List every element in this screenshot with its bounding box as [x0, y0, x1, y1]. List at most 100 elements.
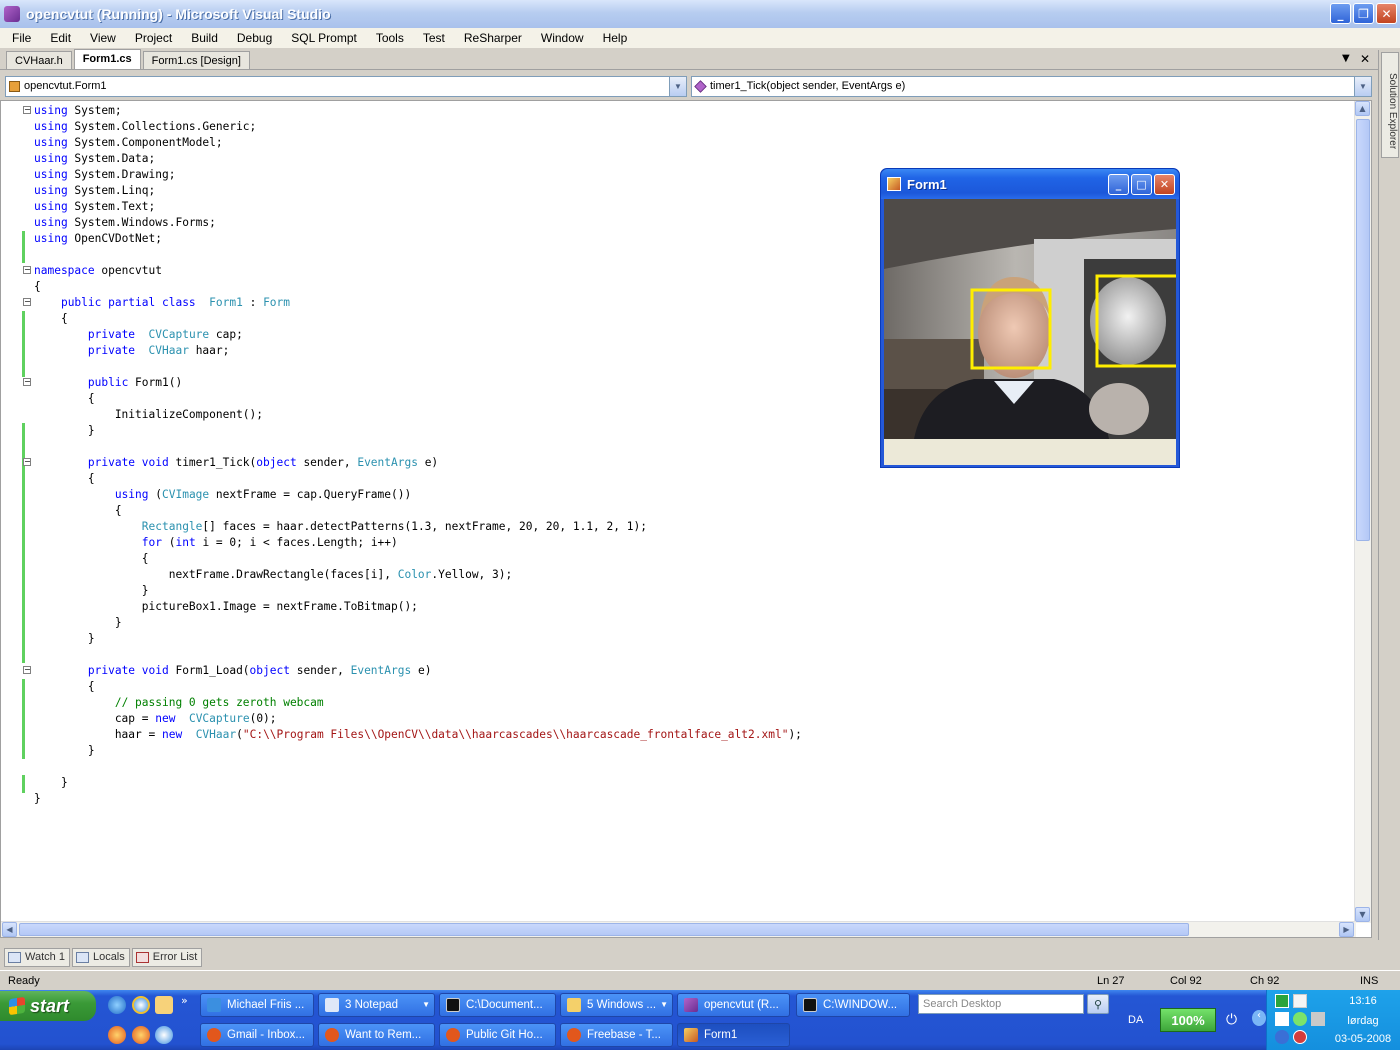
taskbar-item[interactable]: Michael Friis ... [200, 993, 314, 1017]
tab-locals[interactable]: Locals [71, 947, 130, 967]
fold-toggle[interactable]: − [23, 666, 31, 674]
code-line[interactable]: using (CVImage nextFrame = cap.QueryFram… [34, 487, 802, 503]
code-line[interactable]: using System.Text; [34, 199, 802, 215]
network-icon[interactable] [1275, 1012, 1289, 1026]
tray-app-icon[interactable] [1275, 994, 1289, 1008]
search-icon[interactable]: ⚲ [1087, 994, 1109, 1014]
code-line[interactable]: using System; [34, 103, 802, 119]
code-line[interactable]: } [34, 631, 802, 647]
close-button[interactable]: ✕ [1154, 174, 1175, 195]
more-quicklaunch-icon[interactable]: » [181, 994, 188, 1007]
code-line[interactable]: InitializeComponent(); [34, 407, 802, 423]
code-line[interactable]: { [34, 391, 802, 407]
menu-help[interactable]: Help [591, 31, 635, 45]
code-line[interactable]: { [34, 279, 802, 295]
vertical-scrollbar[interactable]: ▲ ▼ [1354, 101, 1371, 923]
close-tab-icon[interactable]: ✕ [1360, 52, 1370, 66]
messenger-icon[interactable] [1293, 1012, 1307, 1026]
code-line[interactable]: using System.Drawing; [34, 167, 802, 183]
code-line[interactable]: } [34, 423, 802, 439]
code-line[interactable]: { [34, 503, 802, 519]
restore-button[interactable]: ❐ [1353, 3, 1374, 24]
firefox-icon[interactable] [132, 1026, 150, 1044]
outlook-icon[interactable] [155, 996, 173, 1014]
code-line[interactable]: } [34, 791, 802, 807]
code-line[interactable]: { [34, 679, 802, 695]
form1-title-bar[interactable]: Form1 _ □ ✕ [881, 169, 1179, 199]
menu-debug[interactable]: Debug [225, 31, 279, 45]
code-line[interactable]: using System.ComponentModel; [34, 135, 802, 151]
menu-sql-prompt[interactable]: SQL Prompt [279, 31, 364, 45]
code-line[interactable] [34, 359, 802, 375]
code-line[interactable]: // passing 0 gets zeroth webcam [34, 695, 802, 711]
taskbar-item-active[interactable]: Form1 [677, 1023, 790, 1047]
code-line[interactable]: pictureBox1.Image = nextFrame.ToBitmap()… [34, 599, 802, 615]
chevron-down-icon[interactable]: ▼ [669, 77, 686, 96]
tab-cvhaar-h[interactable]: CVHaar.h [6, 51, 72, 69]
code-line[interactable]: using System.Windows.Forms; [34, 215, 802, 231]
menu-window[interactable]: Window [529, 31, 591, 45]
taskbar-item[interactable]: Freebase - T... [560, 1023, 673, 1047]
code-line[interactable]: nextFrame.DrawRectangle(faces[i], Color.… [34, 567, 802, 583]
menu-test[interactable]: Test [411, 31, 452, 45]
fold-toggle[interactable]: − [23, 458, 31, 466]
code-line[interactable]: private void timer1_Tick(object sender, … [34, 455, 802, 471]
type-dropdown[interactable]: opencvtut.Form1 ▼ [5, 76, 687, 97]
code-line[interactable]: cap = new CVCapture(0); [34, 711, 802, 727]
menu-edit[interactable]: Edit [38, 31, 78, 45]
code-line[interactable]: { [34, 471, 802, 487]
menu-view[interactable]: View [78, 31, 123, 45]
internet-explorer-icon[interactable] [132, 996, 150, 1014]
fold-toggle[interactable]: − [23, 266, 31, 274]
code-line[interactable]: public partial class Form1 : Form [34, 295, 802, 311]
code-line[interactable]: private void Form1_Load(object sender, E… [34, 663, 802, 679]
firefox-icon[interactable] [108, 1026, 126, 1044]
code-line[interactable] [34, 439, 802, 455]
chevron-down-icon[interactable]: ▼ [1354, 77, 1371, 96]
scroll-thumb[interactable] [19, 923, 1189, 936]
code-line[interactable] [34, 759, 802, 775]
taskbar-item[interactable]: 5 Windows ... ▼ [560, 993, 673, 1017]
taskbar-item[interactable]: C:\WINDOW... [796, 993, 910, 1017]
scroll-left-icon[interactable]: ◀ [2, 922, 17, 937]
code-line[interactable]: } [34, 615, 802, 631]
solution-explorer-tab[interactable]: Solution Explorer [1381, 52, 1399, 158]
code-line[interactable]: } [34, 743, 802, 759]
menu-project[interactable]: Project [123, 31, 179, 45]
code-line[interactable] [34, 647, 802, 663]
tray-app-icon[interactable] [1293, 994, 1307, 1008]
taskbar-item[interactable]: Gmail - Inbox... [200, 1023, 314, 1047]
code-line[interactable]: public Form1() [34, 375, 802, 391]
volume-icon[interactable] [1311, 1012, 1325, 1026]
code-line[interactable]: private CVCapture cap; [34, 327, 802, 343]
tray-alert-icon[interactable] [1293, 1030, 1307, 1044]
minimize-button[interactable]: _ [1330, 3, 1351, 24]
scroll-right-icon[interactable]: ▶ [1339, 922, 1354, 937]
clock-time[interactable]: 13:16 [1333, 995, 1393, 1007]
scroll-up-icon[interactable]: ▲ [1355, 101, 1370, 116]
browser-icon[interactable] [155, 1026, 173, 1044]
horizontal-scrollbar[interactable]: ◀ ▶ [1, 921, 1356, 937]
code-line[interactable]: private CVHaar haar; [34, 343, 802, 359]
taskbar-item[interactable]: Want to Rem... [318, 1023, 435, 1047]
menu-build[interactable]: Build [179, 31, 225, 45]
language-indicator[interactable]: DA [1128, 1014, 1143, 1026]
tab-form1-design[interactable]: Form1.cs [Design] [142, 51, 250, 69]
code-line[interactable]: using System.Collections.Generic; [34, 119, 802, 135]
taskbar-item[interactable]: opencvtut (R... [677, 993, 790, 1017]
code-line[interactable]: haar = new CVHaar("C:\\Program Files\\Op… [34, 727, 802, 743]
code-line[interactable]: } [34, 583, 802, 599]
fold-toggle[interactable]: − [23, 298, 31, 306]
fold-toggle[interactable]: − [23, 378, 31, 386]
code-line[interactable]: { [34, 311, 802, 327]
menu-tools[interactable]: Tools [364, 31, 411, 45]
code-line[interactable]: using System.Linq; [34, 183, 802, 199]
code-line[interactable]: } [34, 775, 802, 791]
form1-window[interactable]: Form1 _ □ ✕ [880, 168, 1180, 468]
menu-resharper[interactable]: ReSharper [452, 31, 529, 45]
scroll-down-icon[interactable]: ▼ [1355, 907, 1370, 922]
fold-toggle[interactable]: − [23, 106, 31, 114]
globe-icon[interactable] [108, 996, 126, 1014]
code-line[interactable]: using OpenCVDotNet; [34, 231, 802, 247]
code-line[interactable]: for (int i = 0; i < faces.Length; i++) [34, 535, 802, 551]
